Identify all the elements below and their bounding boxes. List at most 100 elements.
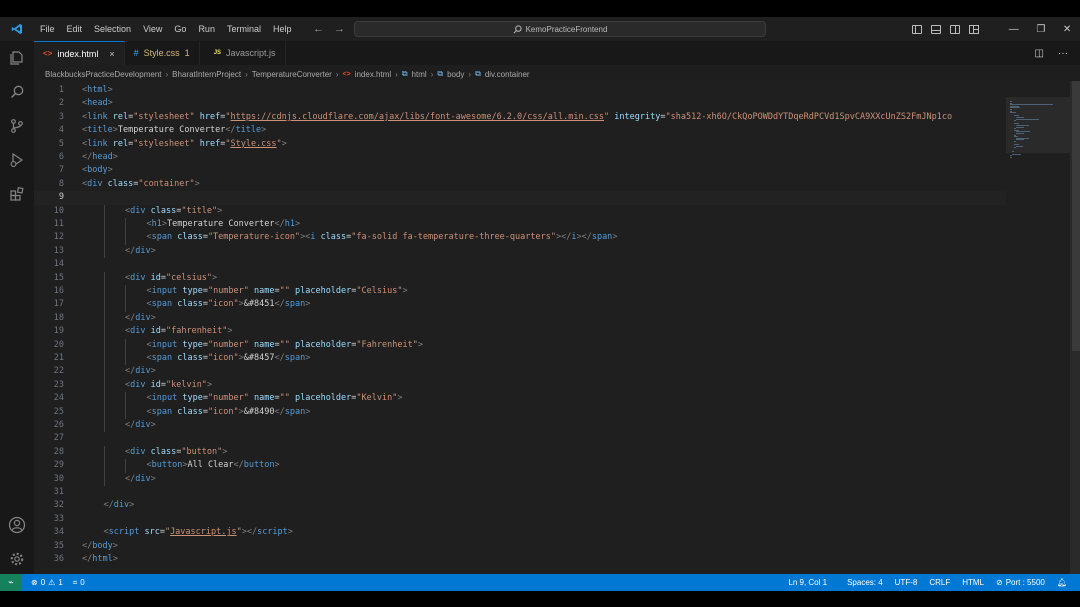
line-code: <h1>Temperature Converter</h1> bbox=[146, 219, 301, 229]
search-icon[interactable] bbox=[0, 75, 34, 109]
toggle-secondary-sidebar-icon[interactable] bbox=[950, 24, 960, 34]
code-line[interactable]: 36 </html> bbox=[34, 553, 1006, 566]
code-line[interactable]: 16 <input type="number" name="" placehold… bbox=[34, 285, 1006, 299]
end-of-line[interactable]: CRLF bbox=[924, 578, 955, 587]
menu-help[interactable]: Help bbox=[267, 17, 298, 41]
minimize-icon[interactable]: — bbox=[1009, 24, 1019, 35]
code-line[interactable]: 11 <h1>Temperature Converter</h1> bbox=[34, 218, 1006, 232]
menu-file[interactable]: File bbox=[34, 17, 61, 41]
error-icon: ⊗ bbox=[31, 578, 38, 587]
indent-guide bbox=[103, 231, 105, 245]
code-line[interactable]: 19 <div id="fahrenheit"> bbox=[34, 325, 1006, 339]
code-line[interactable]: 28 <div class="button"> bbox=[34, 445, 1006, 460]
explorer-icon[interactable] bbox=[0, 41, 34, 75]
code-line[interactable]: 1 <html> bbox=[34, 84, 1006, 97]
breadcrumb-item[interactable]: html bbox=[412, 70, 427, 79]
source-control-icon[interactable] bbox=[0, 109, 34, 143]
customize-layout-icon[interactable] bbox=[969, 24, 979, 34]
code-line[interactable]: 8 <div class="container"> bbox=[34, 178, 1006, 191]
code-line[interactable]: 6 </head> bbox=[34, 151, 1006, 164]
menu-edit[interactable]: Edit bbox=[61, 17, 89, 41]
code-line[interactable]: 17 <span class="icon">&#8451</span> bbox=[34, 298, 1006, 312]
indentation[interactable]: Spaces: 4 bbox=[842, 578, 888, 587]
indent-guide bbox=[103, 325, 105, 339]
back-arrow-icon[interactable]: ← bbox=[313, 23, 324, 35]
code-line[interactable]: 14 bbox=[34, 258, 1006, 271]
remote-indicator-icon[interactable]: ⌁ bbox=[0, 574, 22, 591]
more-actions-icon[interactable]: ··· bbox=[1058, 48, 1068, 59]
code-line[interactable]: 31 bbox=[34, 486, 1006, 499]
menu-go[interactable]: Go bbox=[168, 17, 192, 41]
code-line[interactable]: 12 <span class="Temperature-icon"><i clas… bbox=[34, 231, 1006, 245]
code-line[interactable]: 22 </div> bbox=[34, 365, 1006, 379]
breadcrumb-item[interactable]: index.html bbox=[355, 70, 391, 79]
code-line[interactable]: 26 </div> bbox=[34, 419, 1006, 433]
extensions-icon[interactable] bbox=[0, 177, 34, 211]
code-line[interactable]: 24 <input type="number" name="" placehold… bbox=[34, 392, 1006, 406]
code-line[interactable]: 4 <title>Temperature Converter</title> bbox=[34, 124, 1006, 137]
code-line[interactable]: 34 <script src="Javascript.js"></script> bbox=[34, 526, 1006, 539]
code-line[interactable]: 25 <span class="icon">&#8490</span> bbox=[34, 405, 1006, 419]
menu-selection[interactable]: Selection bbox=[88, 17, 137, 41]
code-line[interactable]: 3 <link rel="stylesheet" href="https://cd… bbox=[34, 111, 1006, 124]
split-editor-icon[interactable]: ◫ bbox=[1035, 48, 1044, 59]
breadcrumb-item[interactable]: BlackbucksPracticeDevelopment bbox=[45, 70, 162, 79]
code-line[interactable]: 29 <button>All Clear</button> bbox=[34, 459, 1006, 473]
indent-guide bbox=[103, 352, 105, 366]
toggle-primary-sidebar-icon[interactable] bbox=[912, 24, 922, 34]
code-line[interactable]: 32 </div> bbox=[34, 499, 1006, 512]
menu-terminal[interactable]: Terminal bbox=[221, 17, 267, 41]
code-line[interactable]: 5 <link rel="stylesheet" href="Style.css"… bbox=[34, 138, 1006, 151]
code-line[interactable]: 2 <head> bbox=[34, 97, 1006, 110]
breadcrumb-item[interactable]: div.container bbox=[485, 70, 530, 79]
encoding[interactable]: UTF-8 bbox=[890, 578, 923, 587]
element-symbol-icon: ⧉ bbox=[475, 69, 481, 78]
code-line[interactable]: 7 <body> bbox=[34, 164, 1006, 177]
cursor-position[interactable]: Ln 9, Col 1 bbox=[783, 578, 832, 587]
forward-arrow-icon[interactable]: → bbox=[334, 23, 345, 35]
line-code: <div id="fahrenheit"> bbox=[125, 326, 233, 337]
tab-index-html[interactable]: <> index.html × bbox=[34, 41, 125, 65]
code-line[interactable]: 13 </div> bbox=[34, 244, 1006, 259]
language-mode[interactable]: HTML bbox=[957, 578, 989, 587]
live-server-port[interactable]: ⊘ Port : 5500 bbox=[991, 578, 1050, 587]
breadcrumb-item[interactable]: BharatInternProject bbox=[172, 70, 241, 79]
menu-view[interactable]: View bbox=[137, 17, 168, 41]
vscode-logo-icon[interactable] bbox=[0, 17, 34, 41]
code-line[interactable]: 21 <span class="icon">&#8457</span> bbox=[34, 352, 1006, 366]
code-line[interactable]: 30 </div> bbox=[34, 472, 1006, 486]
accounts-icon[interactable] bbox=[0, 508, 34, 542]
command-center-search[interactable]: KemoPracticeFrontend bbox=[354, 21, 766, 37]
code-line[interactable]: 23 <div id="kelvin"> bbox=[34, 378, 1006, 393]
menu-run[interactable]: Run bbox=[192, 17, 221, 41]
restore-icon[interactable]: ❐ bbox=[1036, 24, 1045, 35]
line-code: <title>Temperature Converter</title> bbox=[82, 125, 267, 136]
code-line[interactable]: 10 <div class="title"> bbox=[34, 204, 1006, 218]
notifications-bell-icon[interactable]: 🔔︎ bbox=[1052, 578, 1072, 587]
breadcrumb-item[interactable]: TemperatureConverter bbox=[252, 70, 332, 79]
problems-indicator[interactable]: ⊗ 0 ⚠ 1 bbox=[26, 578, 68, 587]
code-editor[interactable]: 1 <html> 2 <head> 3 <link rel="stylesheet" hr… bbox=[34, 81, 1006, 576]
code-line[interactable]: 35 </body> bbox=[34, 540, 1006, 553]
close-window-icon[interactable]: ✕ bbox=[1063, 24, 1071, 35]
code-line[interactable]: 9 bbox=[34, 191, 1006, 205]
indent-guide bbox=[125, 405, 126, 419]
line-number: 5 bbox=[58, 138, 64, 149]
tab-style-css[interactable]: # Style.css 1 bbox=[125, 41, 200, 65]
vertical-scrollbar[interactable] bbox=[1072, 81, 1080, 351]
close-tab-icon[interactable]: × bbox=[109, 49, 114, 59]
code-line[interactable]: 15 <div id="celsius"> bbox=[34, 271, 1006, 285]
tab-javascript-js[interactable]: JS Javascript.js bbox=[200, 41, 286, 65]
minimap[interactable] bbox=[1006, 81, 1080, 576]
code-line[interactable]: 18 </div> bbox=[34, 311, 1006, 326]
settings-gear-icon[interactable] bbox=[0, 542, 34, 576]
indent-guide bbox=[103, 311, 105, 326]
code-line[interactable]: 27 bbox=[34, 432, 1006, 445]
indent-guide bbox=[103, 338, 105, 352]
code-line[interactable]: 33 bbox=[34, 513, 1006, 526]
ports-indicator[interactable]: ⌗ 0 bbox=[68, 578, 90, 588]
breadcrumb-item[interactable]: body bbox=[447, 70, 464, 79]
toggle-panel-icon[interactable] bbox=[931, 24, 941, 34]
code-line[interactable]: 20 <input type="number" name="" placehold… bbox=[34, 338, 1006, 352]
run-and-debug-icon[interactable] bbox=[0, 143, 34, 177]
